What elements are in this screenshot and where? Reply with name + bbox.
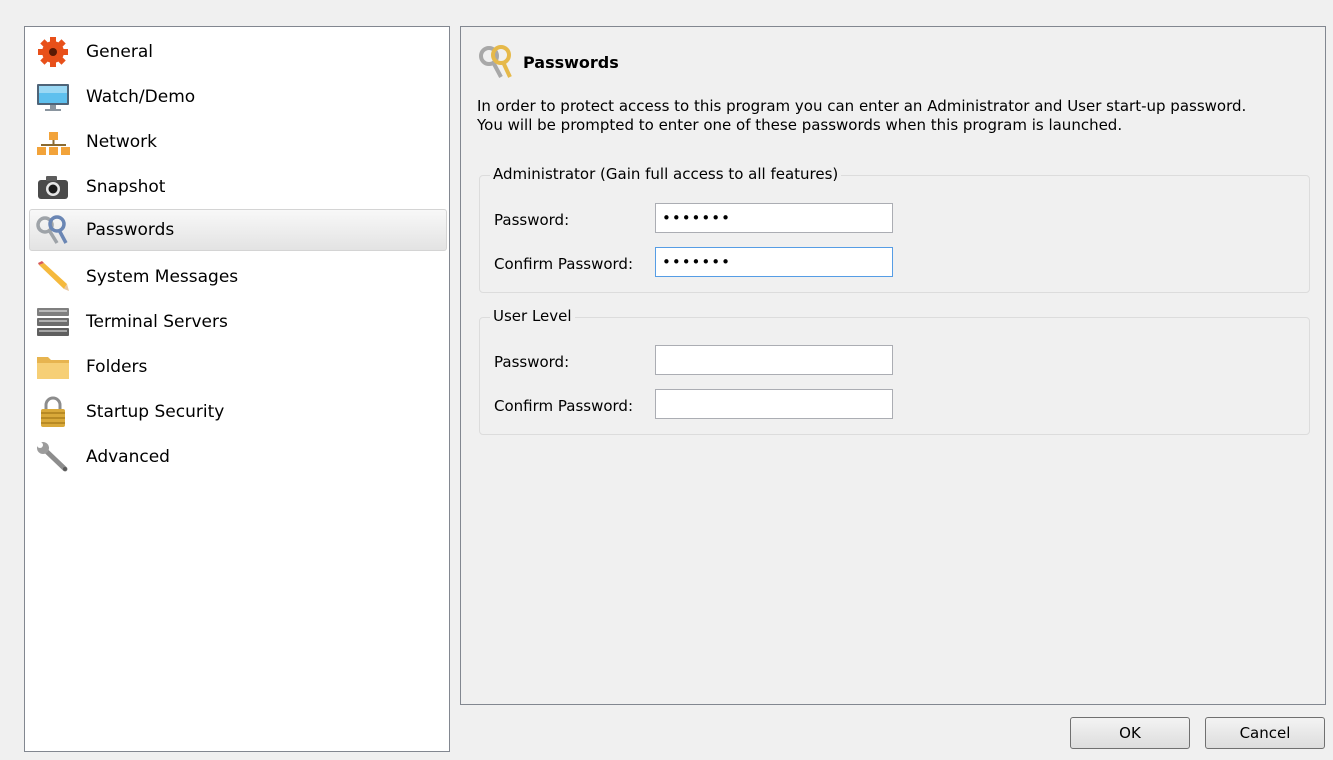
admin-confirm-password-label: Confirm Password:: [494, 255, 634, 273]
sidebar-item-label: Snapshot: [86, 177, 166, 197]
server-icon: [32, 304, 74, 340]
page-title: Passwords: [523, 52, 619, 72]
sidebar-item-advanced[interactable]: Advanced: [29, 436, 447, 478]
panel-header: Passwords: [477, 44, 619, 80]
sidebar-item-terminal-servers[interactable]: Terminal Servers: [29, 301, 447, 343]
keys-icon: [32, 212, 74, 248]
group-legend: Administrator (Gain full access to all f…: [490, 165, 842, 183]
sidebar-item-network[interactable]: Network: [29, 121, 447, 163]
sidebar-item-label: Startup Security: [86, 402, 225, 422]
user-password-field[interactable]: [655, 345, 893, 375]
ok-button[interactable]: OK: [1070, 717, 1190, 749]
sidebar-item-label: Passwords: [86, 220, 175, 240]
sidebar-item-snapshot[interactable]: Snapshot: [29, 166, 447, 208]
wrench-icon: [32, 439, 74, 475]
gear-icon: [32, 34, 74, 70]
user-level-group: User Level Password: Confirm Password:: [479, 307, 1310, 435]
passwords-settings-panel: Passwords In order to protect access to …: [460, 26, 1326, 705]
keys-icon: [477, 44, 515, 80]
panel-description: In order to protect access to this progr…: [477, 97, 1317, 135]
sidebar-item-label: Watch/Demo: [86, 87, 196, 107]
sidebar-item-system-messages[interactable]: System Messages: [29, 256, 447, 298]
group-legend: User Level: [490, 307, 575, 325]
monitor-icon: [32, 79, 74, 115]
admin-confirm-password-field[interactable]: [655, 247, 893, 277]
sidebar-item-label: Terminal Servers: [86, 312, 228, 332]
administrator-group: Administrator (Gain full access to all f…: [479, 165, 1310, 293]
sidebar-item-startup-security[interactable]: Startup Security: [29, 391, 447, 433]
camera-icon: [32, 169, 74, 205]
description-line: In order to protect access to this progr…: [477, 97, 1247, 115]
pencil-icon: [32, 259, 74, 295]
sidebar-item-label: Network: [86, 132, 157, 152]
sidebar-item-label: System Messages: [86, 267, 239, 287]
padlock-icon: [32, 394, 74, 430]
user-password-label: Password:: [494, 353, 570, 371]
admin-password-label: Password:: [494, 211, 570, 229]
user-confirm-password-label: Confirm Password:: [494, 397, 634, 415]
description-line: You will be prompted to enter one of the…: [477, 116, 1123, 134]
admin-password-field[interactable]: [655, 203, 893, 233]
sidebar-item-passwords[interactable]: Passwords: [29, 209, 447, 251]
sidebar-item-label: Folders: [86, 357, 148, 377]
sidebar-item-general[interactable]: General: [29, 31, 447, 73]
network-icon: [32, 124, 74, 160]
user-confirm-password-field[interactable]: [655, 389, 893, 419]
sidebar-item-watch-demo[interactable]: Watch/Demo: [29, 76, 447, 118]
sidebar-item-label: Advanced: [86, 447, 170, 467]
settings-category-list[interactable]: General Watch/Demo Network Snapshot Pass…: [24, 26, 450, 752]
sidebar-item-folders[interactable]: Folders: [29, 346, 447, 388]
sidebar-item-label: General: [86, 42, 153, 62]
cancel-button[interactable]: Cancel: [1205, 717, 1325, 749]
folder-icon: [32, 349, 74, 385]
